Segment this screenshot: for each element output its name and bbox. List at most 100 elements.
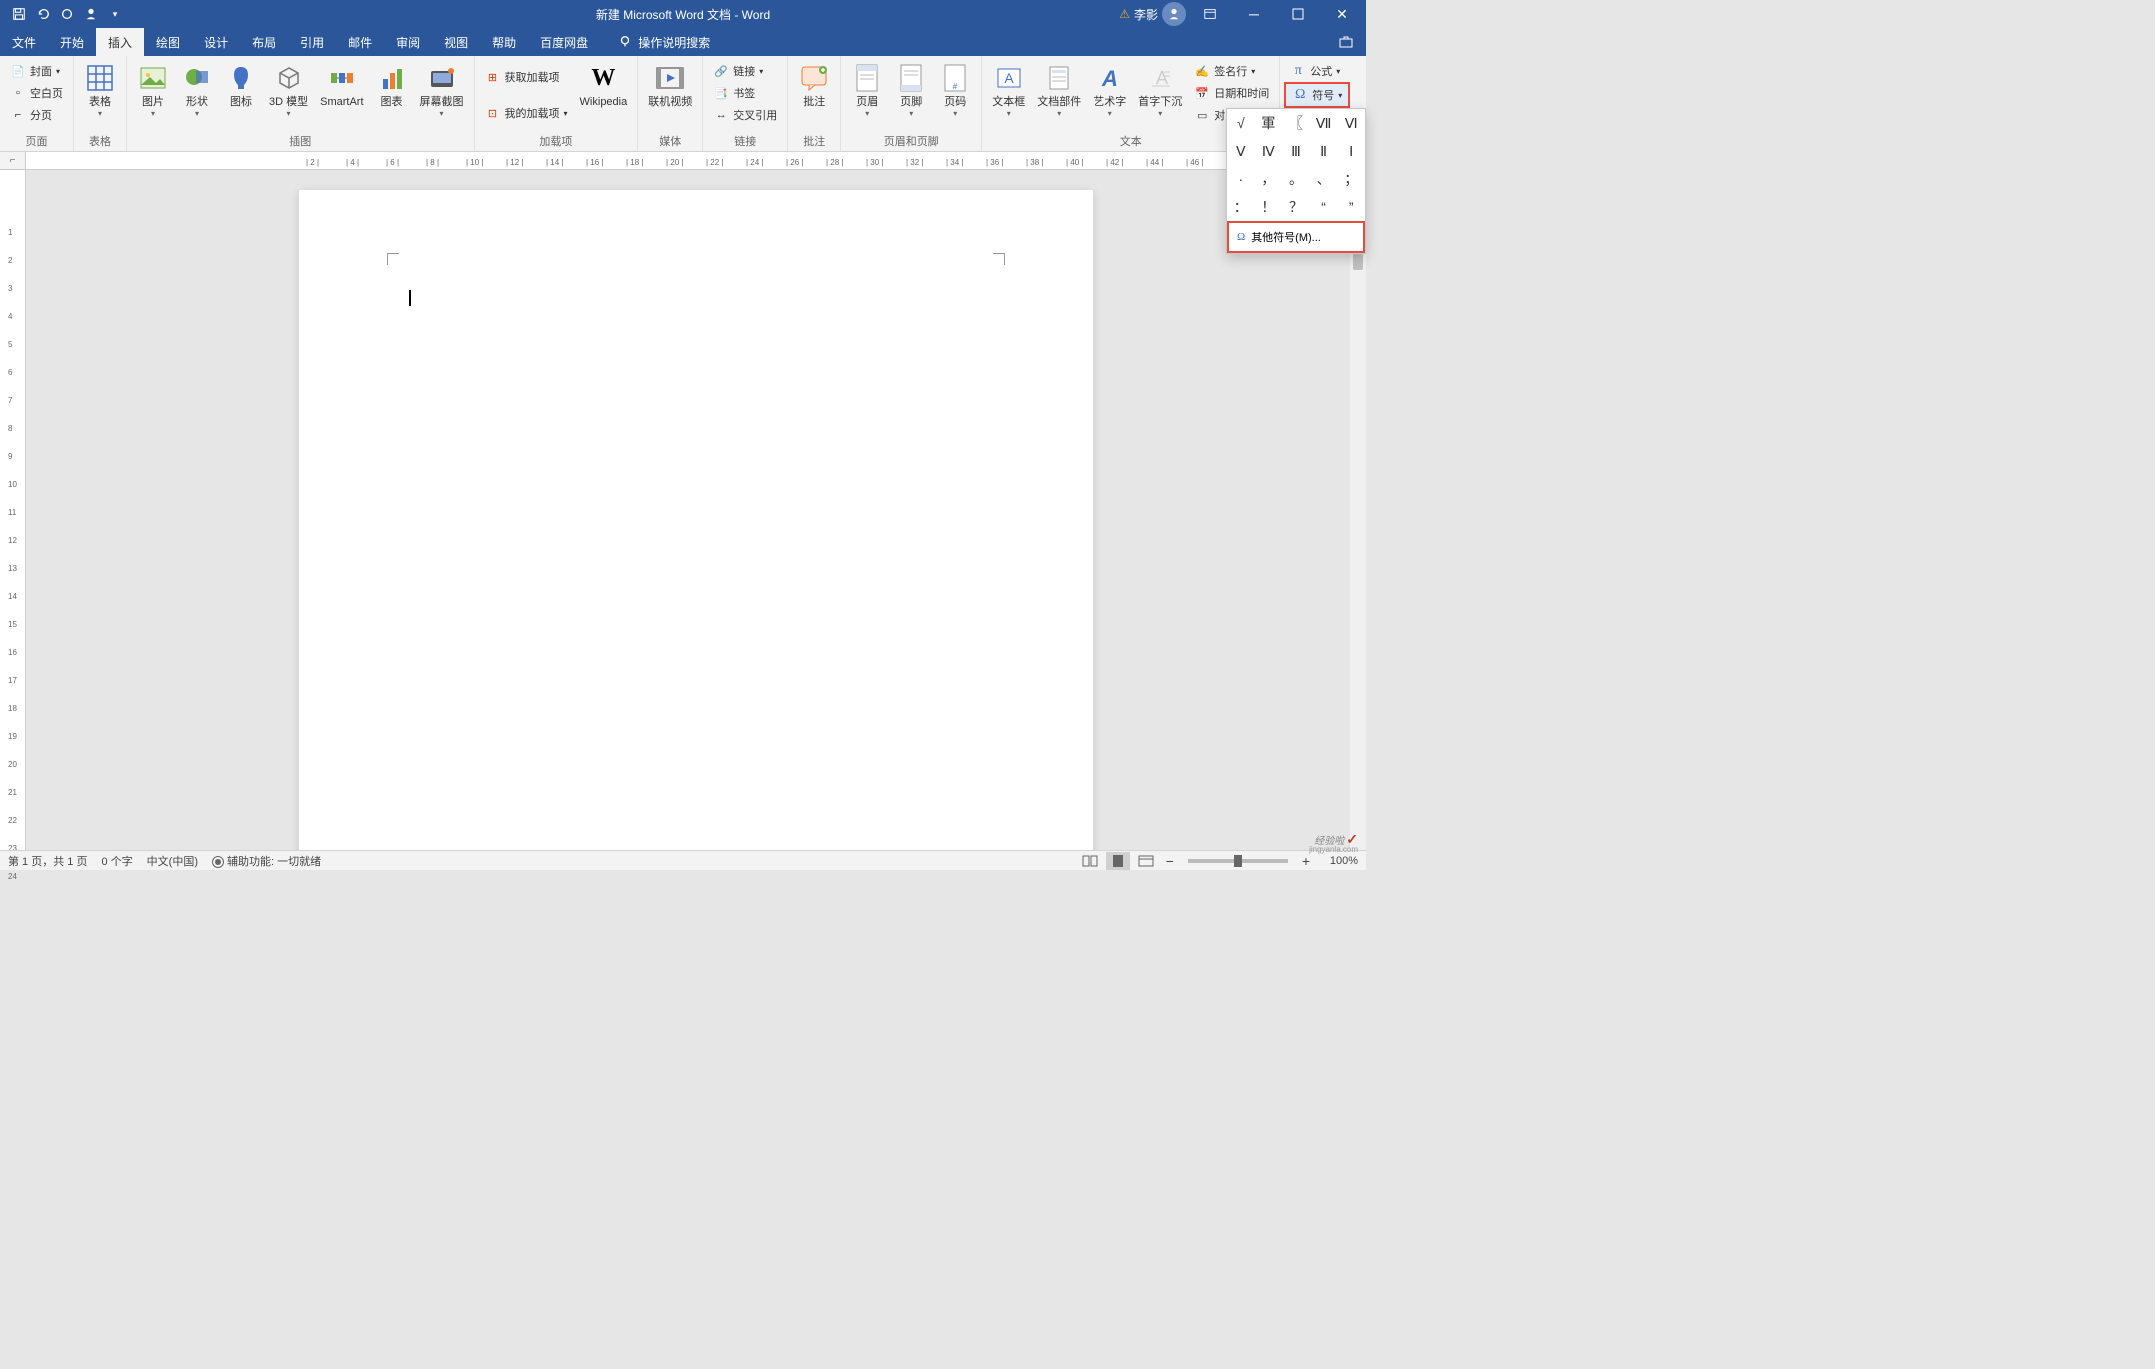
warning-icon[interactable]: ⚠ [1119,7,1130,21]
symbol-cell[interactable]: · [1227,165,1255,193]
quickparts-button[interactable]: 文档部件▾ [1031,58,1087,118]
status-access[interactable]: 辅助功能: 一切就绪 [212,853,321,869]
symbol-cell[interactable]: Ⅵ [1337,109,1365,137]
equation-button[interactable]: π公式 ▾ [1284,60,1350,82]
more-symbols-button[interactable]: Ω 其他符号(M)... [1227,221,1365,253]
close-button[interactable]: ✕ [1322,0,1362,28]
tab-mailings[interactable]: 邮件 [336,28,384,56]
cover-page-button[interactable]: 📄封面 ▾ [4,60,69,82]
link-button[interactable]: 🔗链接 ▾ [707,60,783,82]
tab-draw[interactable]: 绘图 [144,28,192,56]
tab-review[interactable]: 审阅 [384,28,432,56]
tell-me-search[interactable]: 操作说明搜索 [610,34,718,51]
status-words[interactable]: 0 个字 [101,853,132,869]
online-video-button[interactable]: 联机视频 [642,58,698,109]
dropcap-button: A首字下沉▾ [1132,58,1188,118]
page-break-button[interactable]: ⌐分页 [4,104,69,126]
symbol-cell[interactable]: ” [1337,193,1365,221]
tab-layout[interactable]: 布局 [240,28,288,56]
group-links: 🔗链接 ▾ 📑书签 ↔交叉引用 链接 [703,56,788,151]
header-button[interactable]: 页眉▾ [845,58,889,118]
pictures-button[interactable]: 图片▾ [131,58,175,118]
status-lang[interactable]: 中文(中国) [147,853,198,869]
wordart-button[interactable]: A艺术字▾ [1087,58,1132,118]
symbol-cell[interactable]: ： [1227,193,1255,221]
tab-view[interactable]: 视图 [432,28,480,56]
symbol-cell[interactable]: Ⅶ [1310,109,1338,137]
tab-baidu[interactable]: 百度网盘 [528,28,600,56]
user-name[interactable]: 李影 [1134,6,1158,23]
symbol-cell[interactable]: Ⅴ [1227,137,1255,165]
minimize-button[interactable]: ─ [1234,0,1274,28]
my-addins-button[interactable]: ⊡我的加载项 ▾ [479,102,574,124]
save-button[interactable] [8,3,30,25]
document-area[interactable] [26,170,1366,850]
blank-page-button[interactable]: ▫空白页 [4,82,69,104]
bookmark-button[interactable]: 📑书签 [707,82,783,104]
symbol-cell[interactable]: 、 [1310,165,1338,193]
qat-dropdown[interactable]: ▾ [104,3,126,25]
user-avatar[interactable] [1162,2,1186,26]
group-pages: 📄封面 ▾ ▫空白页 ⌐分页 页面 [0,56,74,151]
redo-button[interactable] [56,3,78,25]
symbol-cell[interactable]: ； [1337,165,1365,193]
textbox-button[interactable]: A文本框▾ [986,58,1031,118]
view-read-button[interactable] [1078,852,1102,870]
symbol-cell[interactable]: Ⅰ [1337,137,1365,165]
svg-text:A: A [1101,66,1118,91]
view-print-button[interactable] [1106,852,1130,870]
symbol-button[interactable]: Ω符号 ▾ [1284,82,1350,108]
zoom-slider[interactable] [1188,859,1288,863]
comment-button[interactable]: 批注 [792,58,836,109]
store-icon: ⊞ [485,69,501,85]
footer-button[interactable]: 页脚▾ [889,58,933,118]
screenshot-button[interactable]: 屏幕截图▾ [414,58,470,118]
symbol-cell[interactable]: 〖 [1282,109,1310,137]
symbol-cell[interactable]: ！ [1255,193,1283,221]
get-addins-button[interactable]: ⊞获取加载项 [479,66,574,88]
3d-models-button[interactable]: 3D 模型▾ [263,58,314,118]
qat-user-icon[interactable] [80,3,102,25]
vertical-ruler[interactable]: 123456789101112131415161718192021222324 [0,170,26,850]
tab-file[interactable]: 文件 [0,28,48,56]
icons-button[interactable]: 图标 [219,58,263,109]
symbol-cell[interactable]: Ⅱ [1310,137,1338,165]
cross-ref-button[interactable]: ↔交叉引用 [707,104,783,126]
undo-button[interactable] [32,3,54,25]
symbol-cell[interactable]: “ [1310,193,1338,221]
wikipedia-button[interactable]: WWikipedia [574,58,634,109]
table-button[interactable]: 表格▾ [78,58,122,118]
symbol-cell[interactable]: √ [1227,109,1255,137]
tab-help[interactable]: 帮助 [480,28,528,56]
vertical-scrollbar[interactable] [1350,170,1366,850]
datetime-button[interactable]: 📅日期和时间 [1188,82,1275,104]
chart-button[interactable]: 图表 [370,58,414,109]
maximize-button[interactable] [1278,0,1318,28]
status-page[interactable]: 第 1 页，共 1 页 [8,853,87,869]
group-links-label: 链接 [707,131,783,151]
dropcap-icon: A [1144,62,1176,94]
smartart-button[interactable]: SmartArt [314,58,369,109]
view-web-button[interactable] [1134,852,1158,870]
zoom-level[interactable]: 100% [1318,855,1358,867]
symbol-cell[interactable]: ？ [1282,193,1310,221]
symbol-cell[interactable]: 。 [1282,165,1310,193]
tab-design[interactable]: 设计 [192,28,240,56]
ribbon-display-button[interactable] [1190,0,1230,28]
shapes-button[interactable]: 形状▾ [175,58,219,118]
symbol-cell[interactable]: ， [1255,165,1283,193]
symbol-cell[interactable]: Ⅳ [1255,137,1283,165]
symbol-cell[interactable]: Ⅲ [1282,137,1310,165]
zoom-in-button[interactable]: + [1298,853,1314,869]
symbol-cell[interactable]: 軍 [1255,109,1283,137]
signature-button[interactable]: ✍签名行 ▾ [1188,60,1275,82]
tab-insert[interactable]: 插入 [96,28,144,56]
zoom-out-button[interactable]: − [1162,853,1178,869]
group-pages-label: 页面 [4,131,69,151]
page[interactable] [299,190,1093,850]
tab-references[interactable]: 引用 [288,28,336,56]
tab-home[interactable]: 开始 [48,28,96,56]
pagenum-button[interactable]: #页码▾ [933,58,977,118]
share-button[interactable] [1326,28,1366,56]
horizontal-ruler[interactable]: | 2 || 4 || 6 || 8 || 10 || 12 || 14 || … [26,152,1366,170]
